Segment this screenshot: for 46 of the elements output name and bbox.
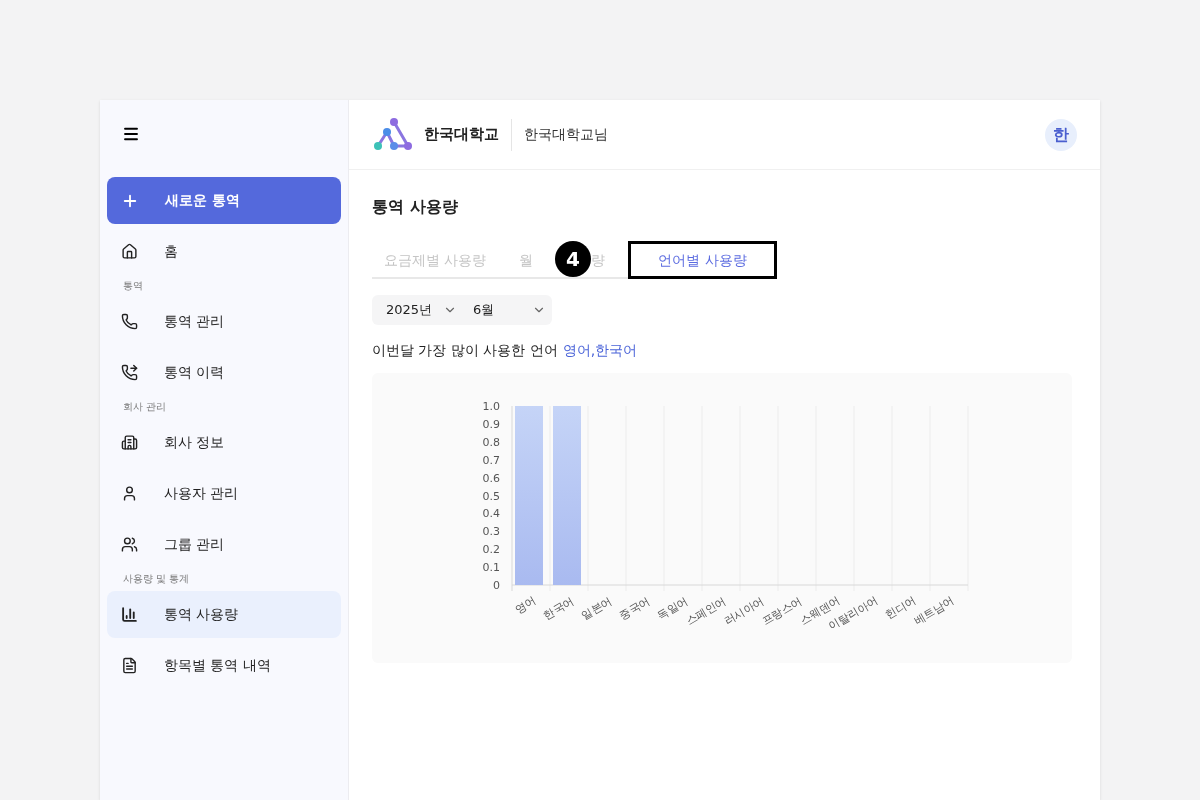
tab[interactable]: 언어별 사용량 xyxy=(627,241,777,279)
y-tick-label: 0.5 xyxy=(482,489,500,503)
month-select[interactable]: 6월 xyxy=(465,295,552,325)
section-label: 사용량 및 통계 xyxy=(122,572,191,585)
summary-label: 이번달 가장 많이 사용한 언어 xyxy=(372,341,558,360)
phone-list-icon xyxy=(121,364,138,381)
new-interpretation-button[interactable]: 새로운 통역 xyxy=(107,177,341,224)
summary-value: 영어,한국어 xyxy=(562,341,638,360)
phone-icon xyxy=(121,313,138,330)
organization-name: 한국대학교 xyxy=(424,124,499,146)
y-tick-label: 0.3 xyxy=(482,525,500,539)
y-tick-label: 0.4 xyxy=(482,507,500,521)
y-tick-label: 0.9 xyxy=(482,417,500,431)
page-title: 통역 사용량 xyxy=(372,196,459,218)
document-icon xyxy=(121,657,138,674)
bar-chart-icon xyxy=(121,606,138,623)
y-tick-label: 0.2 xyxy=(482,543,500,557)
y-tick-label: 0.6 xyxy=(482,471,500,485)
section-label: 회사 관리 xyxy=(122,400,168,413)
nav-item[interactable]: 항목별 통역 내역 xyxy=(107,642,341,689)
y-tick-label: 0.1 xyxy=(482,561,500,575)
nav-item[interactable]: 통역 관리 xyxy=(107,298,341,345)
y-tick-label: 0.7 xyxy=(482,453,500,467)
nav-item[interactable]: 홈 xyxy=(107,228,341,275)
x-category-label: 영어 xyxy=(512,594,539,617)
nav-item[interactable]: 통역 사용량 xyxy=(107,591,341,638)
step-badge: 4 xyxy=(555,241,591,277)
year-select[interactable]: 2025년 xyxy=(372,295,465,325)
nav-item[interactable]: 회사 정보 xyxy=(107,419,341,466)
home-icon xyxy=(121,243,138,260)
user-icon xyxy=(121,485,138,502)
nav-item[interactable]: 사용자 관리 xyxy=(107,470,341,517)
user-name: 한국대학교님 xyxy=(524,125,608,144)
nav-item[interactable]: 그룹 관리 xyxy=(107,521,341,568)
y-tick-label: 1.0 xyxy=(482,400,500,413)
user-avatar[interactable]: 한 xyxy=(1045,118,1077,151)
y-tick-label: 0.8 xyxy=(482,435,500,449)
tab-label-fragment: 량 xyxy=(590,250,605,270)
nav-item[interactable]: 통역 이력 xyxy=(107,349,341,396)
building-icon xyxy=(121,434,138,451)
y-tick-label: 0 xyxy=(493,579,500,592)
users-icon xyxy=(121,536,138,553)
menu-icon[interactable] xyxy=(122,125,140,143)
logo-icon xyxy=(372,117,412,152)
section-label: 통역 xyxy=(122,279,144,292)
tab-label-fragment: 월 xyxy=(518,250,533,270)
